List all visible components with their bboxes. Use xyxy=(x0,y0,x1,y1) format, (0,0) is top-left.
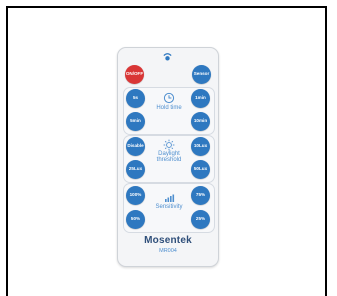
sensitivity-25-button[interactable]: 25% xyxy=(191,210,210,229)
on-off-button[interactable]: ON/OFF xyxy=(125,65,144,84)
sensor-button[interactable]: Sensor xyxy=(192,65,211,84)
sun-icon xyxy=(163,139,175,151)
remote-control: ON/OFF Sensor Hold time 5s 1min 5min 10m… xyxy=(117,47,219,267)
sensitivity-panel: Sensitivity 100% 75% 50% 25% xyxy=(123,183,215,233)
model-number: MR004 xyxy=(159,248,177,254)
hold-5s-button[interactable]: 5s xyxy=(126,89,145,108)
clock-icon xyxy=(163,92,175,104)
ir-emitter-icon xyxy=(163,53,172,61)
brand-logo: Mosentek xyxy=(144,235,192,246)
signal-bars-icon xyxy=(165,194,175,202)
hold-10min-button[interactable]: 10min xyxy=(191,112,210,131)
sensitivity-75-button[interactable]: 75% xyxy=(191,186,210,205)
daylight-50lux-button[interactable]: 50Lux xyxy=(191,160,210,179)
sensitivity-50-button[interactable]: 50% xyxy=(126,210,145,229)
daylight-25lux-button[interactable]: 25Lux xyxy=(126,160,145,179)
daylight-threshold-panel: Daylight threshold Disable 10Lux 25Lux 5… xyxy=(123,135,215,183)
daylight-disable-button[interactable]: Disable xyxy=(126,137,145,156)
hold-5min-button[interactable]: 5min xyxy=(126,112,145,131)
sensitivity-100-button[interactable]: 100% xyxy=(126,186,145,205)
hold-time-panel: Hold time 5s 1min 5min 10min xyxy=(123,87,215,135)
daylight-10lux-button[interactable]: 10Lux xyxy=(191,137,210,156)
hold-1min-button[interactable]: 1min xyxy=(191,89,210,108)
